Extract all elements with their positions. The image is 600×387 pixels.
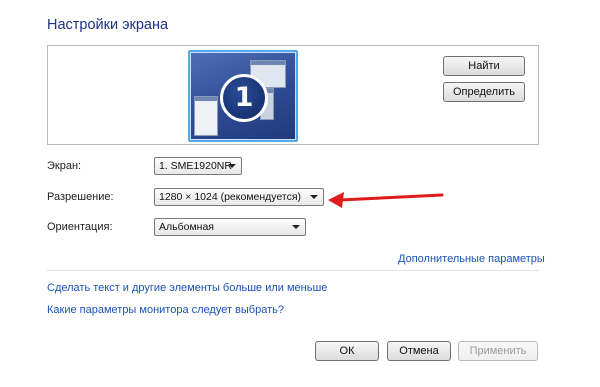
cancel-button[interactable]: Отмена	[387, 341, 451, 361]
monitor-1-thumbnail[interactable]: 1	[188, 50, 298, 142]
find-button[interactable]: Найти	[443, 56, 525, 76]
advanced-settings-link[interactable]: Дополнительные параметры	[398, 253, 545, 265]
red-arrow-annotation-icon	[328, 192, 444, 208]
text-size-link[interactable]: Сделать текст и другие элементы больше и…	[47, 282, 327, 294]
display-select[interactable]: 1. SME1920NR	[154, 157, 242, 175]
chevron-down-icon	[310, 195, 318, 199]
orientation-select[interactable]: Альбомная	[154, 218, 306, 236]
preview-window-icon	[194, 96, 218, 136]
which-settings-link[interactable]: Какие параметры монитора следует выбрать…	[47, 304, 284, 316]
chevron-down-icon	[228, 164, 236, 168]
monitor-number-badge: 1	[220, 74, 268, 122]
display-label: Экран:	[47, 160, 82, 172]
orientation-select-value: Альбомная	[159, 221, 214, 233]
resolution-label: Разрешение:	[47, 191, 114, 203]
identify-button[interactable]: Определить	[443, 82, 525, 102]
apply-button[interactable]: Применить	[458, 341, 538, 361]
resolution-select-value: 1280 × 1024 (рекомендуется)	[159, 191, 302, 203]
resolution-select[interactable]: 1280 × 1024 (рекомендуется)	[154, 188, 324, 206]
page-title: Настройки экрана	[47, 17, 169, 33]
display-select-value: 1. SME1920NR	[159, 160, 232, 172]
divider	[47, 270, 539, 271]
orientation-label: Ориентация:	[47, 221, 113, 233]
ok-button[interactable]: ОК	[315, 341, 379, 361]
chevron-down-icon	[292, 225, 300, 229]
